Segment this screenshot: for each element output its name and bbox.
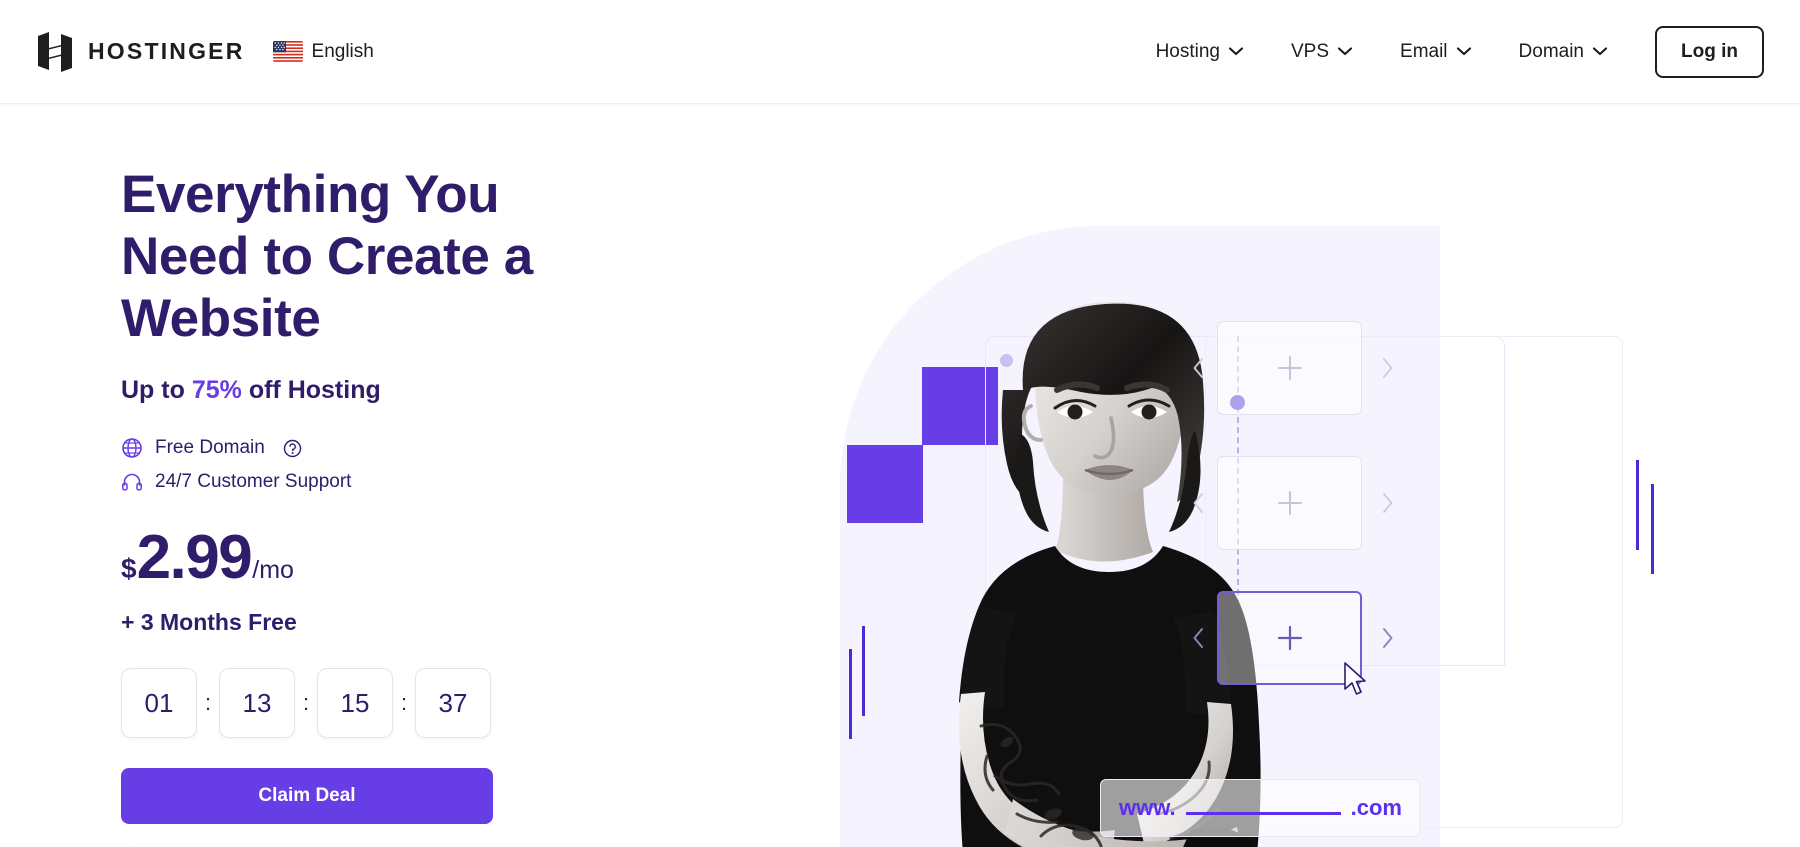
bonus-months: + 3 Months Free bbox=[121, 609, 297, 635]
placeholder-card-3-selected[interactable] bbox=[1217, 591, 1362, 685]
hero-copy: Everything You Need to Create a Website … bbox=[121, 164, 761, 847]
countdown-unit-minutes: 15 bbox=[317, 668, 393, 738]
feature-label: 24/7 Customer Support bbox=[155, 471, 352, 492]
price-display: $ 2.99 /mo bbox=[121, 527, 761, 589]
discount-percent: 75% bbox=[191, 376, 242, 404]
nav-label: Domain bbox=[1518, 40, 1585, 62]
plus-icon bbox=[1276, 624, 1304, 652]
headset-icon bbox=[121, 471, 143, 493]
nav-item-vps[interactable]: VPS bbox=[1267, 31, 1376, 73]
decorative-line-right-b bbox=[1651, 484, 1654, 574]
countdown-separator: : bbox=[302, 690, 310, 715]
url-blank-underline bbox=[1185, 812, 1341, 815]
site-header: HOSTINGER English Hosting VPS Email Doma… bbox=[0, 0, 1800, 104]
feature-free-domain: Free Domain bbox=[121, 437, 761, 459]
hero-illustration: www. .com bbox=[800, 104, 1800, 847]
brand-logo[interactable]: HOSTINGER bbox=[36, 31, 245, 72]
hero-subheadline: Up to 75% off Hosting bbox=[121, 376, 761, 405]
main-navigation: Hosting VPS Email Domain Log in bbox=[1132, 25, 1764, 78]
countdown-timer: 01 : 13 : 15 : 37 bbox=[121, 668, 761, 738]
decorative-line-right-a bbox=[1636, 460, 1639, 550]
decorative-line-left-a bbox=[849, 649, 852, 739]
domain-name-field[interactable]: www. .com bbox=[1100, 779, 1420, 837]
claim-deal-button[interactable]: Claim Deal bbox=[121, 768, 493, 824]
chevron-right-icon[interactable] bbox=[1380, 492, 1395, 514]
placeholder-card-1[interactable] bbox=[1217, 321, 1362, 415]
nav-label: Hosting bbox=[1155, 40, 1220, 62]
price-amount: 2.99 bbox=[136, 523, 253, 592]
chevron-left-icon[interactable] bbox=[1191, 492, 1206, 514]
chevron-down-icon bbox=[1593, 47, 1608, 56]
plus-icon bbox=[1276, 354, 1304, 382]
login-button[interactable]: Log in bbox=[1655, 25, 1764, 78]
countdown-separator: : bbox=[400, 690, 408, 715]
feature-label: Free Domain bbox=[155, 437, 265, 458]
countdown-unit-seconds: 37 bbox=[415, 668, 491, 738]
chevron-down-icon bbox=[1228, 47, 1243, 56]
nav-label: VPS bbox=[1290, 40, 1330, 62]
subhead-prefix: Up to bbox=[121, 376, 192, 404]
chevron-right-icon[interactable] bbox=[1380, 357, 1395, 379]
globe-icon bbox=[121, 437, 143, 459]
chevron-right-icon[interactable] bbox=[1380, 627, 1395, 649]
price-currency: $ bbox=[121, 553, 137, 584]
nav-label: Email bbox=[1400, 40, 1448, 62]
decorative-line-left-b bbox=[862, 626, 865, 716]
subhead-suffix: off Hosting bbox=[241, 376, 381, 404]
hostinger-h-logo-icon bbox=[36, 31, 74, 72]
nav-item-domain[interactable]: Domain bbox=[1495, 31, 1631, 73]
price-period: /mo bbox=[252, 556, 294, 584]
domain-mock-text: www. .com bbox=[1119, 795, 1402, 821]
us-flag-icon bbox=[272, 41, 303, 62]
url-prefix: www. bbox=[1119, 795, 1176, 820]
placeholder-card-2[interactable] bbox=[1217, 456, 1362, 550]
mouse-cursor-icon bbox=[1343, 662, 1369, 696]
chevron-down-icon bbox=[1456, 47, 1471, 56]
brand-name: HOSTINGER bbox=[88, 38, 245, 64]
chevron-down-icon bbox=[1338, 47, 1353, 56]
countdown-separator: : bbox=[204, 690, 212, 715]
url-suffix: .com bbox=[1350, 795, 1402, 820]
page-title: Everything You Need to Create a Website bbox=[121, 165, 533, 348]
feature-list: Free Domain 24/7 Customer Support bbox=[121, 437, 761, 493]
countdown-unit-days: 01 bbox=[121, 668, 197, 738]
countdown-unit-hours: 13 bbox=[219, 668, 295, 738]
language-selector[interactable]: English bbox=[272, 40, 374, 63]
nav-item-email[interactable]: Email bbox=[1376, 31, 1495, 73]
question-circle-icon[interactable] bbox=[277, 439, 302, 458]
feature-customer-support: 24/7 Customer Support bbox=[121, 471, 761, 493]
chevron-left-icon[interactable] bbox=[1191, 357, 1206, 379]
plus-icon bbox=[1276, 489, 1304, 517]
chevron-left-icon[interactable] bbox=[1191, 627, 1206, 649]
nav-item-hosting[interactable]: Hosting bbox=[1132, 31, 1267, 73]
hero-section: Everything You Need to Create a Website … bbox=[0, 104, 1800, 847]
language-label: English bbox=[311, 40, 374, 62]
